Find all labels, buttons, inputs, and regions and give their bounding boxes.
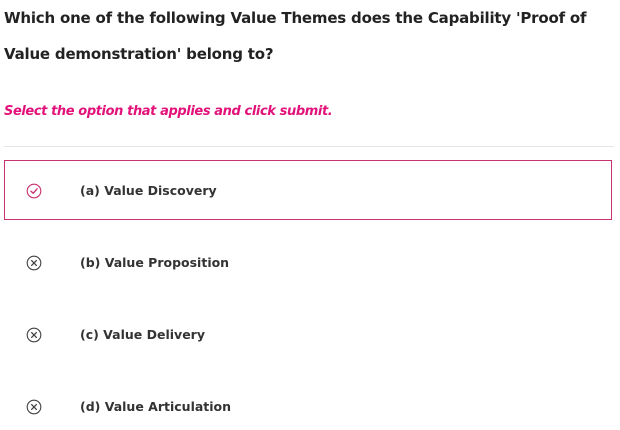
option-d[interactable]: (d) Value Articulation <box>4 376 612 430</box>
option-c[interactable]: (c) Value Delivery <box>4 304 612 364</box>
option-a[interactable]: (a) Value Discovery <box>4 160 612 220</box>
check-circle-icon <box>26 183 42 199</box>
question-text: Which one of the following Value Themes … <box>4 9 587 63</box>
option-b[interactable]: (b) Value Proposition <box>4 232 612 292</box>
x-circle-icon <box>26 255 42 271</box>
x-circle-icon <box>26 399 42 415</box>
option-label: (b) Value Proposition <box>80 255 230 270</box>
option-label: (d) Value Articulation <box>80 399 232 414</box>
option-label: (c) Value Delivery <box>80 327 205 342</box>
x-circle-icon <box>26 327 42 343</box>
instruction-text: Select the option that applies and click… <box>4 104 333 119</box>
quiz-page: Which one of the following Value Themes … <box>0 0 620 430</box>
option-label: (a) Value Discovery <box>80 183 217 198</box>
divider <box>4 146 614 147</box>
